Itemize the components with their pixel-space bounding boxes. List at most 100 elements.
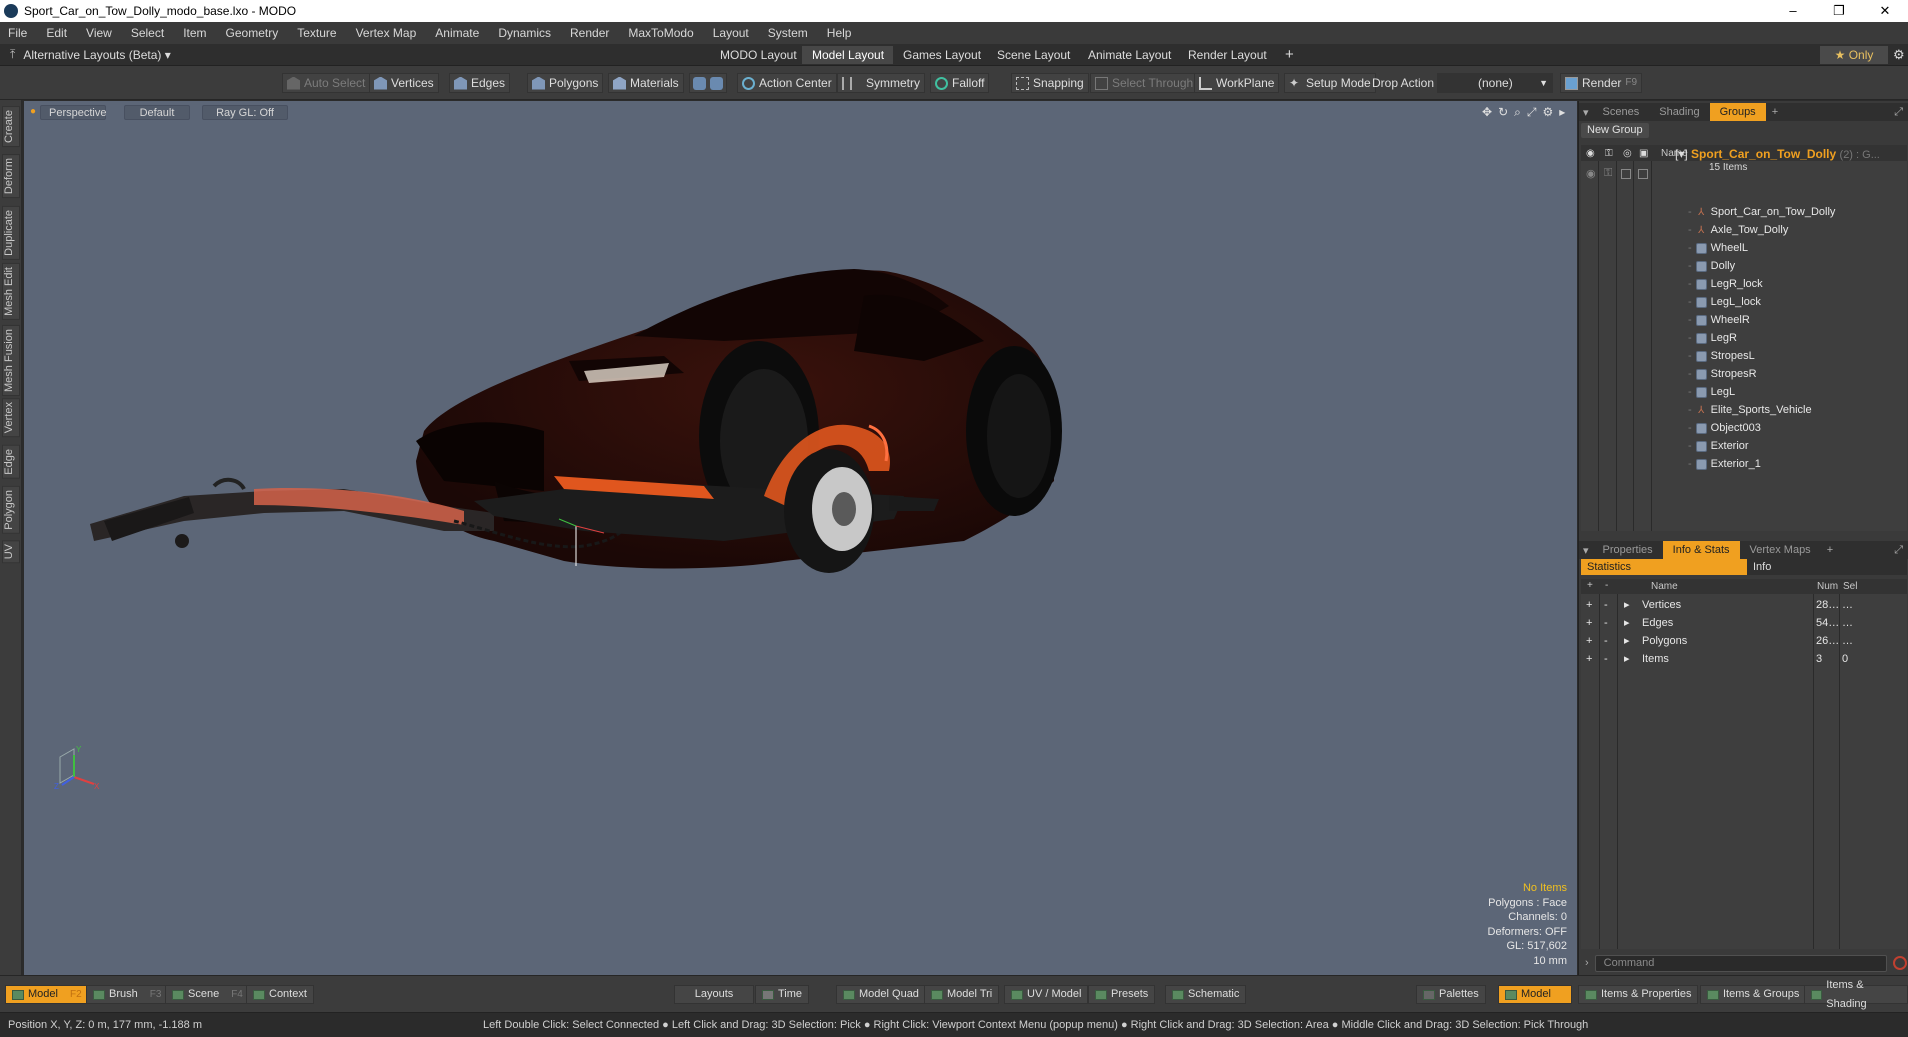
stats-row[interactable]: + - ▸ Items 3 0 [1580, 650, 1906, 668]
render-visibility-icon[interactable]: ◎ [1623, 148, 1632, 159]
stats-row[interactable]: + - ▸ Edges 54…… [1580, 614, 1906, 632]
tab-duplicate[interactable]: Duplicate [2, 206, 20, 260]
add-tab-button-2[interactable]: + [1821, 544, 1839, 556]
selection-sets-button[interactable] [689, 73, 727, 93]
select-icon[interactable]: ▣ [1639, 148, 1648, 159]
group-item-row[interactable]: - ⅄ Axle_Tow_Dolly [1688, 221, 1788, 239]
context-button[interactable]: Context [246, 985, 314, 1004]
pan-icon[interactable]: ✥ [1482, 105, 1492, 120]
3d-viewport[interactable]: X Y Z ● Perspective Default Ray GL: Off … [24, 101, 1577, 975]
group-item-row[interactable]: - LegL [1688, 383, 1735, 401]
group-item-row[interactable]: - ⅄ Sport_Car_on_Tow_Dolly [1688, 203, 1835, 221]
workplane-button[interactable]: WorkPlane [1194, 73, 1280, 93]
auto-select-button[interactable]: Auto Select [282, 73, 371, 93]
settings-icon[interactable]: ⚙ [1542, 105, 1553, 120]
disclosure-arrow-icon[interactable]: ▸ [1624, 596, 1630, 614]
more-arrow-icon[interactable]: ▸ [1559, 105, 1565, 120]
menu-vertex-map[interactable]: Vertex Map [356, 26, 417, 40]
tab-polygon[interactable]: Polygon [2, 486, 20, 534]
stats-row[interactable]: + - ▸ Polygons 26…… [1580, 632, 1906, 650]
tab-create[interactable]: Create [2, 106, 20, 148]
layouts-button[interactable]: Layouts [674, 985, 754, 1004]
items-properties-button[interactable]: Items & Properties [1578, 985, 1699, 1004]
palettes-button[interactable]: Palettes [1416, 985, 1486, 1004]
panel-menu-icon-2[interactable]: ▾ [1579, 544, 1593, 557]
menu-item[interactable]: Item [183, 26, 206, 40]
disclosure-arrow-icon[interactable]: ▸ [1624, 650, 1630, 668]
menu-view[interactable]: View [86, 26, 112, 40]
vertices-button[interactable]: Vertices [369, 73, 439, 93]
items-groups-button[interactable]: Items & Groups [1700, 985, 1807, 1004]
gear-icon[interactable]: ⚙ [1893, 47, 1905, 63]
tab-shading[interactable]: Shading [1649, 103, 1709, 121]
group-item-row[interactable]: - Exterior [1688, 437, 1749, 455]
subtab-statistics[interactable]: Statistics [1581, 559, 1747, 575]
presets-button[interactable]: Presets [1088, 985, 1156, 1004]
menu-render[interactable]: Render [570, 26, 609, 40]
collapse-icon[interactable]: - [1604, 650, 1608, 668]
tab-animate-layout[interactable]: Animate Layout [1078, 46, 1183, 64]
menu-maxtomodo[interactable]: MaxToModo [628, 26, 693, 40]
tab-info-stats[interactable]: Info & Stats [1662, 541, 1740, 559]
tab-vertex[interactable]: Vertex [2, 398, 20, 438]
snapping-button[interactable]: Snapping [1011, 73, 1089, 93]
group-item-row[interactable]: - LegR [1688, 329, 1737, 347]
expand-panel-icon[interactable]: ⤢ [1888, 106, 1908, 119]
uv-model-button[interactable]: UV / Model [1004, 985, 1089, 1004]
menu-animate[interactable]: Animate [435, 26, 479, 40]
group-render-checkbox[interactable] [1621, 169, 1631, 179]
group-item-row[interactable]: - Dolly [1688, 257, 1735, 275]
tab-deform[interactable]: Deform [2, 154, 20, 199]
menu-help[interactable]: Help [827, 26, 852, 40]
items-shading-button[interactable]: Items & Shading [1804, 979, 1908, 1010]
select-through-button[interactable]: Select Through [1090, 73, 1199, 93]
time-button[interactable]: Time [755, 985, 810, 1004]
group-item-row[interactable]: - WheelR [1688, 311, 1750, 329]
materials-button[interactable]: Materials [608, 73, 684, 93]
view-type-dropdown[interactable]: Perspective [40, 105, 106, 120]
group-item-row[interactable]: - Exterior_1 [1688, 455, 1761, 473]
group-item-row[interactable]: - StropesR [1688, 365, 1757, 383]
eye-icon[interactable]: ◉ [1586, 148, 1595, 159]
shading-dropdown[interactable]: Default [124, 105, 190, 120]
expand-icon[interactable]: + [1586, 614, 1592, 632]
lock-icon[interactable]: ⚿ [1605, 148, 1613, 159]
model-quad-button[interactable]: Model Quad [836, 985, 926, 1004]
menu-file[interactable]: File [8, 26, 27, 40]
drop-action-select[interactable]: (none) ▼ [1437, 73, 1553, 93]
tab-scene-layout[interactable]: Scene Layout [987, 46, 1082, 64]
zoom-icon[interactable]: ⌕ [1514, 105, 1521, 120]
group-lock-icon[interactable]: ⚿ [1604, 167, 1612, 180]
maximize-icon[interactable]: ⤢ [1527, 105, 1537, 120]
tab-properties[interactable]: Properties [1593, 541, 1663, 559]
tab-vertex-maps[interactable]: Vertex Maps [1740, 541, 1821, 559]
menu-edit[interactable]: Edit [46, 26, 67, 40]
restore-button[interactable]: ❐ [1816, 3, 1862, 19]
tab-games-layout[interactable]: Games Layout [893, 46, 993, 64]
stats-row[interactable]: + - ▸ Vertices 28…… [1580, 596, 1906, 614]
viewport-menu-dot[interactable]: ● [30, 106, 36, 117]
tab-modo-layout[interactable]: MODO Layout [710, 46, 808, 64]
tab-edge[interactable]: Edge [2, 445, 20, 479]
group-select-checkbox[interactable] [1638, 169, 1648, 179]
pin-icon[interactable]: ⤒ [10, 47, 15, 62]
menu-geometry[interactable]: Geometry [226, 26, 279, 40]
action-center-button[interactable]: Action Center [737, 73, 837, 93]
tab-scenes[interactable]: Scenes [1593, 103, 1650, 121]
symmetry-button[interactable]: Symmetry [837, 73, 925, 93]
polygons-button[interactable]: Polygons [527, 73, 604, 93]
collapse-icon[interactable]: - [1604, 632, 1608, 650]
menu-select[interactable]: Select [131, 26, 164, 40]
group-item-row[interactable]: - LegR_lock [1688, 275, 1763, 293]
command-input[interactable]: Command [1594, 954, 1887, 972]
model-layout-button[interactable]: Model [1498, 985, 1572, 1004]
group-item-row[interactable]: - ⅄ Elite_Sports_Vehicle [1688, 401, 1812, 419]
new-group-button[interactable]: New Group [1581, 123, 1649, 138]
render-button[interactable]: Render F9 [1560, 73, 1643, 93]
close-button[interactable]: ✕ [1862, 3, 1908, 19]
tab-mesh-edit[interactable]: Mesh Edit [2, 263, 20, 320]
mode-scene-button[interactable]: Scene F4 [165, 985, 250, 1004]
tab-model-layout[interactable]: Model Layout [802, 46, 896, 64]
tab-uv[interactable]: UV [2, 540, 20, 564]
group-item-row[interactable]: - Object003 [1688, 419, 1761, 437]
